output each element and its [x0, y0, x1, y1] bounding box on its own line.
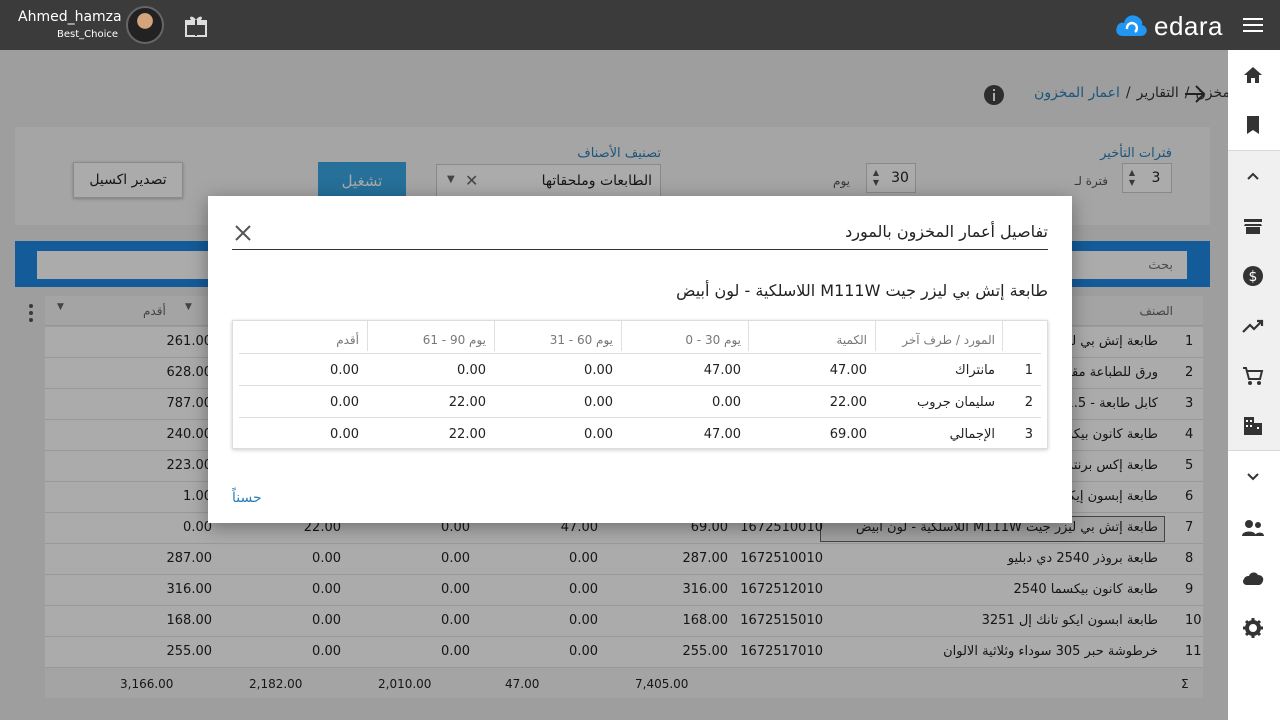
hamburger-menu-icon[interactable] [1241, 15, 1265, 35]
sidebar-item-cloud[interactable] [1240, 565, 1266, 591]
supplier-oldest: 0.00 [330, 363, 359, 378]
sidebar-item-settings[interactable] [1240, 615, 1266, 641]
building-icon [1244, 417, 1262, 435]
bookmark-icon [1247, 116, 1259, 134]
sidebar-expand-down[interactable] [1240, 463, 1266, 489]
supplier-qty: 22.00 [829, 395, 867, 410]
sidebar-item-finance[interactable]: $ [1240, 263, 1266, 289]
supplier-oldest: 0.00 [330, 427, 359, 442]
header-31-60: 31 - 60 يوم [549, 333, 613, 347]
avatar[interactable] [126, 6, 164, 44]
supplier-61-90: 22.00 [448, 427, 486, 442]
cloud-logo-icon [1116, 15, 1147, 36]
cart-icon [1243, 367, 1264, 385]
logo-text: edara [1154, 11, 1223, 41]
supplier-0-30: 47.00 [703, 427, 741, 442]
supplier-31-60: 0.00 [584, 427, 613, 442]
sidebar-item-buildings[interactable] [1240, 413, 1266, 439]
sidebar-divider [1228, 450, 1280, 451]
header-oldest: أقدم [336, 333, 359, 347]
table-row[interactable]: 3 الإجمالي 69.00 47.00 0.00 22.00 0.00 [239, 417, 1041, 449]
supplier-0-30: 0.00 [712, 395, 741, 410]
sidebar-item-home[interactable] [1240, 62, 1266, 88]
supplier-61-90: 22.00 [448, 395, 486, 410]
sidebar-item-sales[interactable] [1240, 363, 1266, 389]
table-row[interactable]: 1 مانتراك 47.00 47.00 0.00 0.00 0.00 [239, 353, 1041, 385]
supplier-aging-dialog: تفاصيل أعمار المخزون بالمورد طابعة إتش ب… [208, 196, 1072, 523]
chevron-up-icon [1247, 172, 1259, 180]
column-divider [621, 321, 622, 351]
gift-icon[interactable] [184, 15, 208, 37]
home-icon [1244, 67, 1262, 83]
header-61-90: 61 - 90 يوم [422, 333, 486, 347]
edara-logo: edara [1114, 10, 1230, 41]
row-index: 1 [1024, 363, 1033, 378]
header-supplier: المورد / طرف آخر [902, 333, 995, 347]
column-divider [875, 321, 876, 351]
supplier-oldest: 0.00 [330, 395, 359, 410]
sidebar-item-people[interactable] [1240, 515, 1266, 541]
supplier-qty: 69.00 [829, 427, 867, 442]
supplier-name: الإجمالي [949, 427, 995, 442]
store-icon [1244, 219, 1262, 234]
supplier-31-60: 0.00 [584, 363, 613, 378]
column-divider [748, 321, 749, 351]
sidebar-item-store[interactable] [1240, 213, 1266, 239]
header-0-30: 0 - 30 يوم [685, 333, 741, 347]
sidebar-collapse-up[interactable] [1240, 163, 1266, 189]
supplier-31-60: 0.00 [584, 395, 613, 410]
table-row[interactable]: 2 سليمان جروب 22.00 0.00 0.00 22.00 0.00 [239, 385, 1041, 417]
top-bar: Ahmed_hamza Best_Choice edara [0, 0, 1280, 50]
dialog-divider [232, 249, 1048, 250]
column-divider [494, 321, 495, 351]
column-divider [1002, 321, 1003, 351]
ok-button[interactable]: حسناً [232, 490, 262, 506]
trending-up-icon [1242, 319, 1264, 333]
dialog-title: تفاصيل أعمار المخزون بالمورد [845, 222, 1048, 241]
close-icon[interactable] [232, 222, 254, 244]
table-header: المورد / طرف آخر الكمية 0 - 30 يوم 31 - … [233, 321, 1047, 351]
right-sidebar: $ [1228, 50, 1280, 720]
supplier-name: سليمان جروب [917, 395, 995, 410]
sidebar-divider [1228, 150, 1280, 151]
row-index: 3 [1024, 427, 1033, 442]
supplier-qty: 47.00 [829, 363, 867, 378]
svg-text:$: $ [1249, 269, 1258, 285]
row-index: 2 [1024, 395, 1033, 410]
sidebar-item-analytics[interactable] [1240, 313, 1266, 339]
chevron-down-icon [1247, 473, 1259, 481]
user-info[interactable]: Ahmed_hamza Best_Choice [18, 8, 122, 42]
cloud-icon [1243, 572, 1264, 585]
sidebar-item-bookmark[interactable] [1240, 112, 1266, 138]
dialog-item-name: طابعة إتش بي ليزر جيت M111W اللاسلكية - … [676, 281, 1048, 300]
supplier-61-90: 0.00 [457, 363, 486, 378]
company-name: Best_Choice [56, 29, 118, 40]
supplier-name: مانتراك [955, 363, 995, 378]
people-icon [1242, 520, 1264, 536]
supplier-aging-table: المورد / طرف آخر الكمية 0 - 30 يوم 31 - … [232, 320, 1048, 449]
supplier-0-30: 47.00 [703, 363, 741, 378]
header-qty: الكمية [836, 333, 867, 347]
dollar-icon: $ [1243, 266, 1263, 286]
user-name: Ahmed_hamza [18, 9, 122, 25]
column-divider [367, 321, 368, 351]
gear-icon [1243, 618, 1263, 638]
sidebar-group [1228, 150, 1280, 450]
